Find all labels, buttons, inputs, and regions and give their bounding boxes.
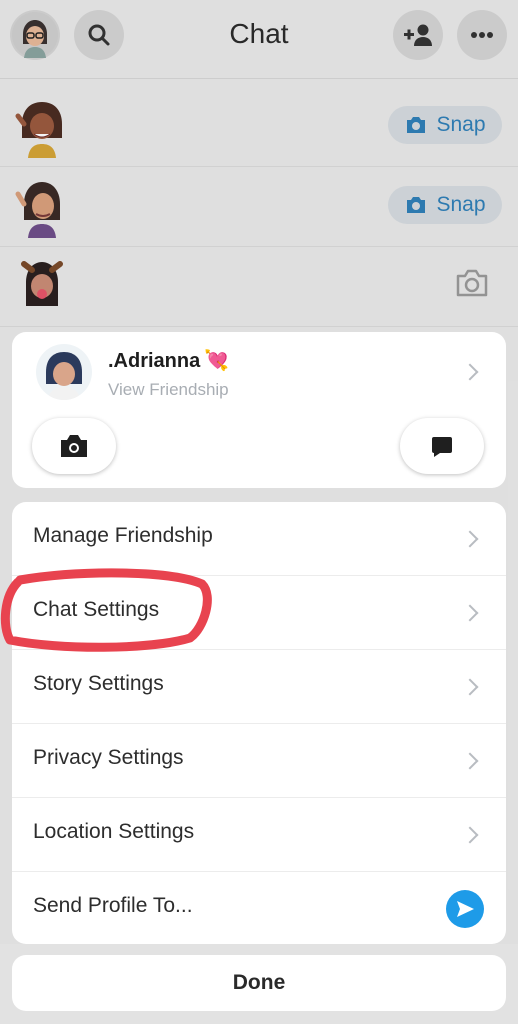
chat-bubble-icon [432,437,452,457]
open-chat-button[interactable] [400,418,484,474]
send-snap-button[interactable] [32,418,116,474]
menu-item-privacy-settings[interactable]: Privacy Settings [12,724,506,798]
view-friendship-link[interactable]: View Friendship [108,380,229,400]
friend-options-menu: Manage Friendship Chat Settings Story Se… [12,502,506,944]
menu-item-story-settings[interactable]: Story Settings [12,650,506,724]
camera-icon [61,435,87,457]
chevron-right-icon [461,678,479,696]
menu-item-chat-settings[interactable]: Chat Settings [12,576,506,650]
menu-item-label: Chat Settings [33,598,160,621]
menu-item-location-settings[interactable]: Location Settings [12,798,506,872]
menu-item-label: Story Settings [33,672,164,695]
chevron-right-icon [461,604,479,622]
friend-name-text: .Adrianna [108,350,201,372]
done-button[interactable]: Done [12,955,506,1011]
menu-item-manage-friendship[interactable]: Manage Friendship [12,502,506,576]
friend-name[interactable]: .Adrianna 💘 [108,348,229,373]
profile-card: .Adrianna 💘 View Friendship [12,332,506,488]
chevron-right-icon [461,752,479,770]
menu-item-label: Privacy Settings [33,746,184,769]
send-arrow-icon [457,901,474,917]
chevron-right-icon[interactable] [461,363,479,381]
chevron-right-icon [461,826,479,844]
menu-item-label: Manage Friendship [33,524,213,547]
chevron-right-icon [461,530,479,548]
send-button[interactable] [446,890,484,928]
heart-emoji-icon: 💘 [204,350,230,372]
friend-avatar[interactable] [36,344,92,400]
menu-item-send-profile[interactable]: Send Profile To... [12,872,506,944]
bitmoji-avatar-icon [46,352,82,400]
menu-item-label: Location Settings [33,820,195,843]
menu-item-label: Send Profile To... [33,894,193,917]
